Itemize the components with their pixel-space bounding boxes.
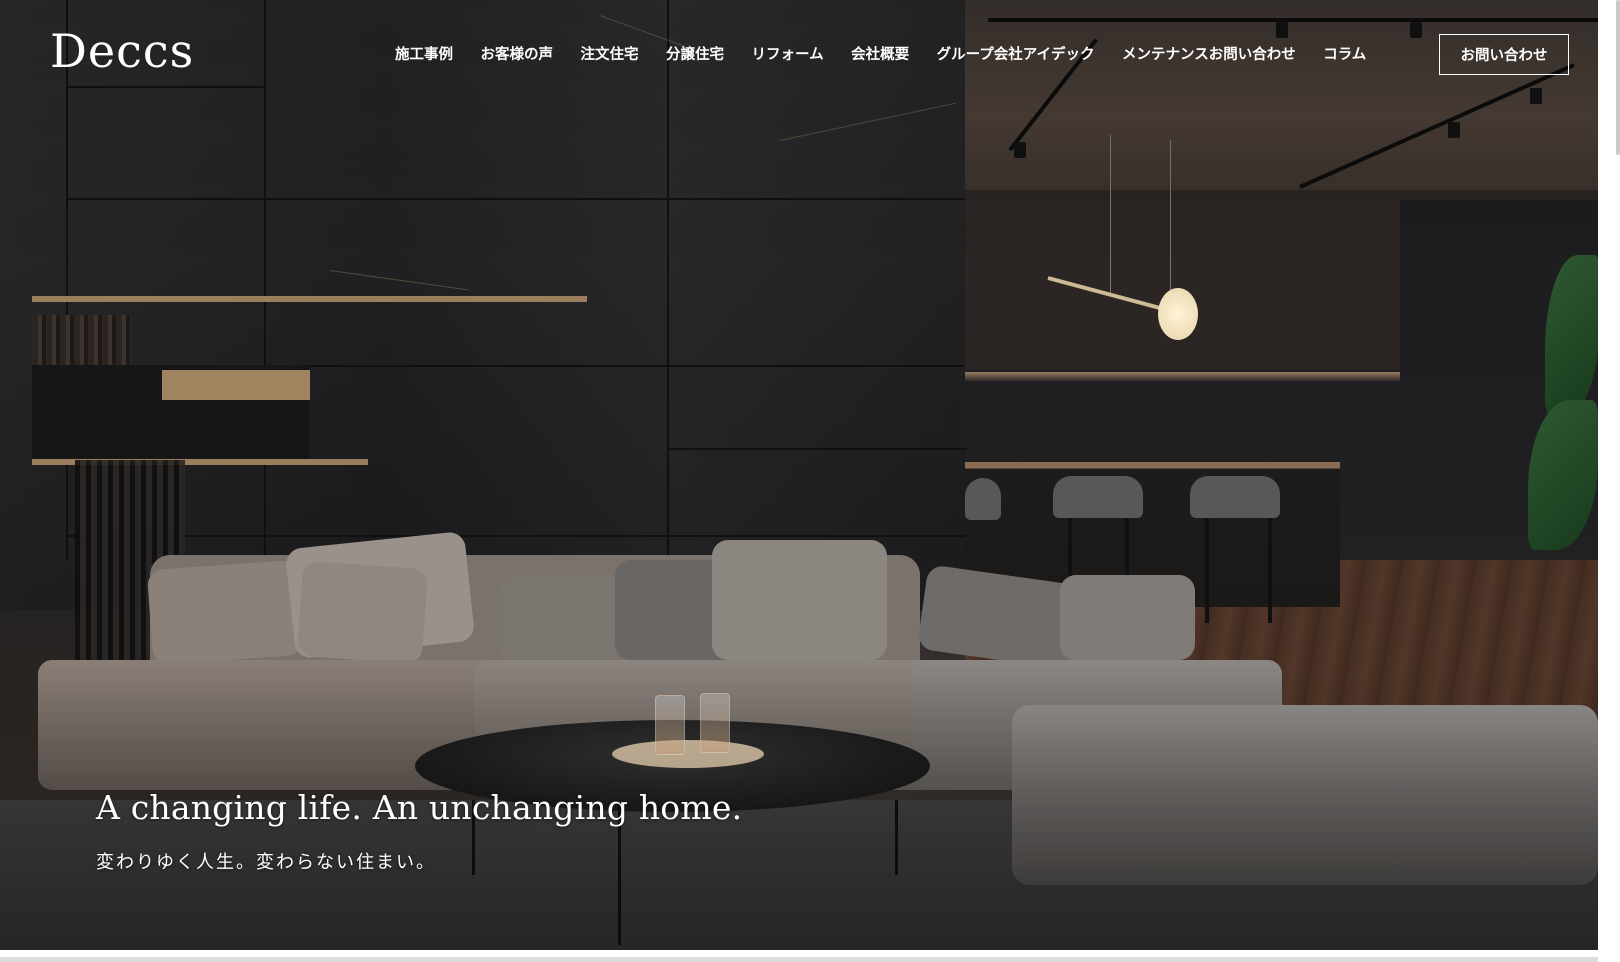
main-nav: 施工事例 お客様の声 注文住宅 分譲住宅 リフォーム 会社概要 グループ会社アイ… bbox=[395, 43, 1394, 64]
contact-button[interactable]: お問い合わせ bbox=[1439, 34, 1569, 75]
horizontal-scrollbar[interactable] bbox=[0, 957, 1598, 962]
hero-subheadline: 変わりゆく人生。変わらない住まい。 bbox=[96, 852, 436, 873]
nav-item-ready-homes[interactable]: 分譲住宅 bbox=[666, 43, 724, 64]
nav-item-voices[interactable]: お客様の声 bbox=[481, 43, 554, 64]
hero-headline: A changing life. An unchanging home. bbox=[96, 788, 743, 827]
nav-item-works[interactable]: 施工事例 bbox=[395, 43, 453, 64]
nav-item-column[interactable]: コラム bbox=[1323, 43, 1366, 64]
site-logo[interactable]: Deccs bbox=[50, 24, 194, 78]
nav-item-group-company[interactable]: グループ会社アイデック bbox=[937, 43, 1095, 64]
nav-item-custom-homes[interactable]: 注文住宅 bbox=[581, 43, 639, 64]
nav-item-reform[interactable]: リフォーム bbox=[752, 43, 824, 64]
scrollbar-thumb[interactable] bbox=[1616, 0, 1620, 155]
site-header: Deccs 施工事例 お客様の声 注文住宅 分譲住宅 リフォーム 会社概要 グル… bbox=[0, 0, 1598, 110]
nav-item-maintenance[interactable]: メンテナンスお問い合わせ bbox=[1122, 43, 1296, 64]
nav-item-company[interactable]: 会社概要 bbox=[851, 43, 909, 64]
